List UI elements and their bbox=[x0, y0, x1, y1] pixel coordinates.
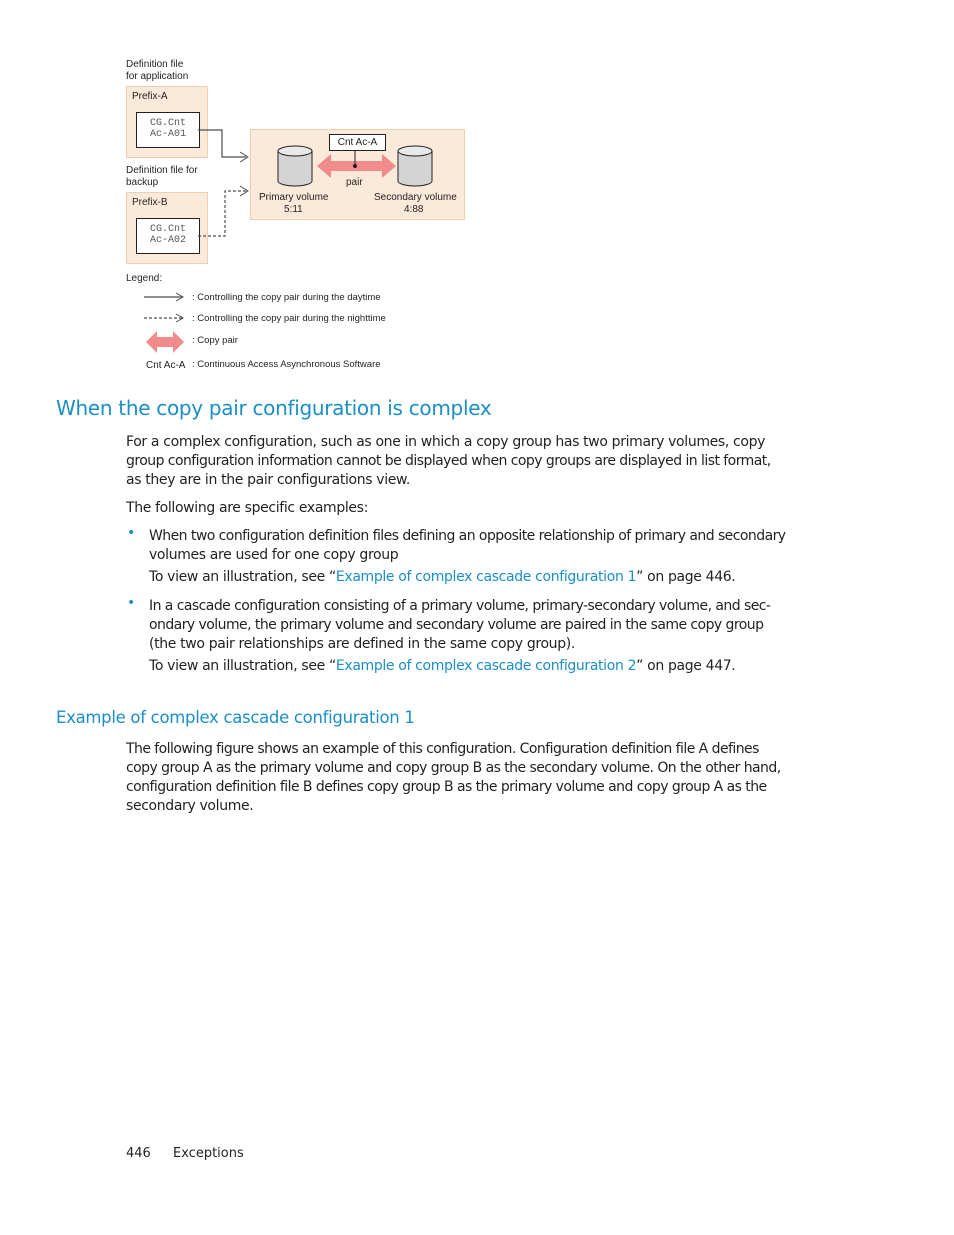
bullet-2-line3: (the two pair relationships are defined … bbox=[149, 636, 575, 652]
legend-solid-arrow-icon bbox=[144, 292, 185, 302]
bullet-1-reference: To view an illustration, see “Example of… bbox=[149, 568, 819, 587]
link-complex-cascade-config-1[interactable]: Example of complex cascade configuration… bbox=[336, 569, 637, 585]
legend-item-nighttime: : Controlling the copy pair during the n… bbox=[192, 313, 386, 324]
bullet-1-marker: • bbox=[127, 525, 136, 541]
legend-item-daytime: : Controlling the copy pair during the d… bbox=[192, 292, 381, 303]
secondary-volume-id: 4:88 bbox=[404, 204, 424, 215]
section2-line2: copy group A as the primary volume and c… bbox=[126, 760, 781, 776]
para1-line1: For a complex configuration, such as one… bbox=[126, 434, 766, 450]
section2-line1: The following figure shows an example of… bbox=[126, 741, 759, 757]
para1-line2: group configuration information cannot b… bbox=[126, 453, 771, 469]
footer-section-name: Exceptions bbox=[173, 1146, 244, 1161]
section-heading-complex-config: When the copy pair configuration is comp… bbox=[56, 396, 492, 420]
secondary-volume-label: Secondary volume bbox=[374, 192, 457, 203]
section-heading-cascade-config-1: Example of complex cascade configuration… bbox=[56, 708, 415, 727]
section1-body: For a complex configuration, such as one… bbox=[126, 433, 826, 518]
page-number: 446 bbox=[126, 1146, 151, 1161]
para2: The following are specific examples: bbox=[126, 500, 368, 516]
link-complex-cascade-config-2[interactable]: Example of complex cascade configuration… bbox=[336, 658, 637, 674]
section2-line4: secondary volume. bbox=[126, 798, 254, 814]
nighttime-control-line bbox=[198, 190, 246, 237]
bullet-2-reference: To view an illustration, see “Example of… bbox=[149, 657, 819, 676]
secondary-volume-icon bbox=[397, 145, 433, 187]
section2-body: The following figure shows an example of… bbox=[126, 740, 826, 816]
bullet-2-ref-prefix: To view an illustration, see “ bbox=[149, 658, 336, 674]
para1-line3: as they are in the pair configurations v… bbox=[126, 472, 410, 488]
pair-label: pair bbox=[346, 177, 363, 188]
bullet-1: When two configuration definition files … bbox=[149, 527, 819, 587]
section2-line3: configuration definition file B defines … bbox=[126, 779, 767, 795]
legend-dashed-arrow-icon bbox=[144, 313, 185, 323]
diagram-connectors bbox=[198, 129, 433, 237]
legend-cnt-symbol: Cnt Ac-A bbox=[146, 360, 186, 371]
bullet-2-line1: In a cascade configuration consisting of… bbox=[149, 598, 771, 614]
bullet-2-marker: • bbox=[127, 595, 136, 611]
legend-title: Legend: bbox=[126, 273, 163, 284]
legend-item-cnt: : Continuous Access Asynchronous Softwar… bbox=[192, 359, 381, 370]
primary-volume-id: 5:11 bbox=[284, 204, 303, 215]
bullet-1-line2: volumes are used for one copy group bbox=[149, 547, 399, 563]
legend-double-arrow-icon bbox=[146, 331, 184, 353]
bullet-2: In a cascade configuration consisting of… bbox=[149, 597, 819, 676]
bullet-1-ref-suffix: ” on page 446. bbox=[636, 569, 736, 585]
primary-volume-icon bbox=[277, 145, 313, 187]
daytime-control-line bbox=[198, 129, 246, 158]
bullet-2-line2: ondary volume, the primary volume and se… bbox=[149, 617, 764, 633]
primary-volume-label: Primary volume bbox=[259, 192, 329, 203]
bullet-1-ref-prefix: To view an illustration, see “ bbox=[149, 569, 336, 585]
cnt-connector-dot bbox=[353, 164, 357, 168]
legend-item-copy-pair: : Copy pair bbox=[192, 335, 238, 346]
bullet-1-line1: When two configuration definition files … bbox=[149, 528, 786, 544]
cnt-ac-a-label: Cnt Ac-A bbox=[329, 134, 386, 151]
bullet-2-ref-suffix: ” on page 447. bbox=[636, 658, 736, 674]
